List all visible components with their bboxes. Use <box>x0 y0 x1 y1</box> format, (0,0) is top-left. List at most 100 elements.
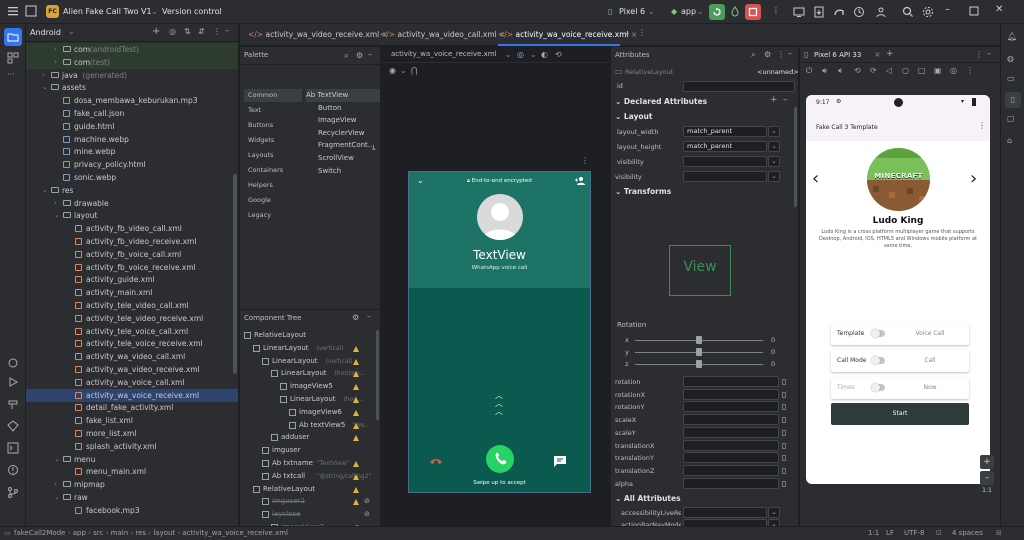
accept-button[interactable] <box>486 445 514 473</box>
dropdown-button[interactable]: ⌄ <box>768 519 780 526</box>
project-view-selector[interactable]: Android <box>30 28 61 37</box>
night-mode-icon[interactable]: ◐ <box>541 50 548 59</box>
more-icon[interactable]: ⋮ <box>638 28 646 37</box>
component-tree-row[interactable]: imageView5 <box>240 380 380 393</box>
component-tree-row[interactable]: LinearLayout (hori... <box>240 393 380 406</box>
download-icon[interactable]: ⤓ <box>372 143 376 153</box>
tree-row[interactable]: dosa_membawa_keburukan.mp3 <box>26 94 238 107</box>
lock-icon[interactable]: ⊞ <box>996 527 1002 540</box>
resource-manager-icon[interactable] <box>7 52 19 64</box>
chevron-right-icon[interactable]: › <box>54 43 57 56</box>
attribute-value-field[interactable] <box>683 464 779 476</box>
tree-row[interactable]: activity_wa_video_receive.xml <box>26 363 238 376</box>
component-tree-row[interactable]: layclose ⊘ <box>240 508 380 521</box>
attribute-picker-icon[interactable] <box>782 467 786 474</box>
breadcrumb-item[interactable]: app <box>73 529 86 537</box>
back-icon[interactable]: ◁ <box>886 66 892 75</box>
attribute-value-field[interactable] <box>683 519 767 526</box>
tree-row[interactable]: › com (test) <box>26 55 238 69</box>
tree-row[interactable]: activity_guide.xml <box>26 273 238 286</box>
warning-icon[interactable] <box>353 384 359 391</box>
attribute-value-field[interactable]: match_parent <box>683 126 767 137</box>
zoom-out-button[interactable]: – <box>980 471 994 485</box>
tree-row[interactable]: activity_fb_voice_call.xml <box>26 248 238 261</box>
more-icon[interactable]: ⋮ <box>581 156 589 165</box>
tree-row[interactable]: machine.webp <box>26 133 238 146</box>
attribute-picker-icon[interactable] <box>782 379 786 385</box>
tab-wa-voice-receive[interactable]: </> activity_wa_voice_receive.xml × <box>498 28 637 42</box>
close-icon[interactable]: ✕ <box>995 4 1003 15</box>
rotate-right-icon[interactable]: ⟳ <box>870 66 877 75</box>
emulator-icon[interactable]: ▢ <box>1007 114 1015 123</box>
chevron-down-icon[interactable]: ⌄ <box>54 491 60 504</box>
hide-icon[interactable]: – <box>788 49 792 58</box>
palette-item[interactable]: ImageView <box>306 114 357 127</box>
screen-record-icon[interactable]: ◎ <box>950 66 957 75</box>
rerun-button[interactable] <box>709 4 725 20</box>
device-tab[interactable]: Pixel 6 API 33 <box>814 51 861 59</box>
collapse-all-icon[interactable]: ⇵ <box>198 27 205 36</box>
build-variant-icon[interactable] <box>25 5 37 19</box>
attribute-value-field[interactable] <box>683 376 779 387</box>
tree-row[interactable]: sonic.webp <box>26 171 238 184</box>
component-tree-row[interactable]: RelativeLayout <box>240 329 380 342</box>
attribute-value-field[interactable] <box>683 156 767 167</box>
profile-icon[interactable] <box>853 6 865 18</box>
palette-category[interactable]: Layouts <box>244 149 302 162</box>
add-attribute-icon[interactable]: + <box>770 95 778 105</box>
more-icon[interactable]: ⋮ <box>966 66 974 75</box>
dropdown-button[interactable]: ⌄ <box>768 171 780 182</box>
tree-row[interactable]: › mipmap <box>26 478 238 491</box>
stop-button[interactable] <box>745 4 761 20</box>
hide-icon[interactable]: – <box>368 50 372 59</box>
hide-icon[interactable]: – <box>987 49 991 58</box>
chevron-right-icon[interactable]: › <box>54 56 57 69</box>
gradle-panel-icon[interactable]: ◍ <box>1007 54 1014 63</box>
component-tree-row[interactable]: imguser2 ⊘ <box>240 495 380 508</box>
id-field[interactable] <box>683 81 795 92</box>
tree-row[interactable]: activity_fb_video_receive.xml <box>26 235 238 248</box>
expand-all-icon[interactable]: ⇅ <box>184 27 191 36</box>
tree-row[interactable]: facebook.mp3 <box>26 504 238 517</box>
gradle-icon[interactable] <box>833 6 845 18</box>
hide-panel-icon[interactable]: – <box>225 26 229 35</box>
device-manager-icon[interactable] <box>793 6 805 18</box>
breadcrumb-item[interactable]: activity_wa_voice_receive.xml <box>182 529 288 537</box>
device-manager-icon[interactable]: ▭ <box>1007 74 1015 83</box>
all-attributes-header[interactable]: ⌄ All Attributes <box>615 492 681 505</box>
breadcrumb-item[interactable]: res <box>135 529 146 537</box>
add-user-icon[interactable] <box>575 176 586 186</box>
attribute-value-field[interactable] <box>683 452 779 464</box>
component-tree-row[interactable]: Ab textView5 "@s... <box>240 419 380 432</box>
declared-attributes-header[interactable]: ⌄ Declared Attributes <box>615 95 707 108</box>
next-arrow-icon[interactable]: › <box>970 168 977 189</box>
volume-down-icon[interactable]: 🔉︎ <box>838 66 843 76</box>
palette-item[interactable]: RecyclerView <box>306 127 364 140</box>
project-tool-button[interactable] <box>4 28 22 46</box>
warning-icon[interactable] <box>353 422 359 429</box>
app-quality-icon[interactable] <box>7 420 19 432</box>
tree-row[interactable]: fake_list.xml <box>26 414 238 427</box>
rotate-left-icon[interactable]: ⟲ <box>854 66 861 75</box>
palette-category[interactable]: Google <box>244 194 302 207</box>
message-icon[interactable] <box>552 453 568 469</box>
volume-up-icon[interactable]: 🔊︎ <box>822 66 827 76</box>
chevron-down-icon[interactable]: ⌄ <box>54 453 60 466</box>
project-scrollbar[interactable] <box>233 174 237 374</box>
search-icon[interactable] <box>902 6 914 18</box>
tree-row[interactable]: detail_fake_activity.xml <box>26 401 238 414</box>
apply-changes-icon[interactable] <box>729 6 741 18</box>
reject-button[interactable] <box>425 450 447 472</box>
more-icon[interactable]: ⋮ <box>213 27 221 36</box>
more-icon[interactable]: ⋮ <box>777 50 785 59</box>
file-encoding[interactable]: UTF-8 <box>904 527 924 540</box>
device-explorer-icon[interactable]: ⌂ <box>1007 136 1012 145</box>
rotation-slider-thumb[interactable] <box>696 360 702 368</box>
tree-row[interactable]: ⌄ menu <box>26 453 238 466</box>
attribute-value-field[interactable] <box>683 388 779 400</box>
attribute-value-field[interactable] <box>683 477 779 489</box>
indent-setting[interactable]: 4 spaces <box>952 527 983 540</box>
hide-icon[interactable]: – <box>367 312 371 321</box>
chevron-down-icon[interactable]: ⌄ <box>417 176 424 185</box>
tree-row[interactable]: activity_wa_video_call.xml <box>26 350 238 363</box>
